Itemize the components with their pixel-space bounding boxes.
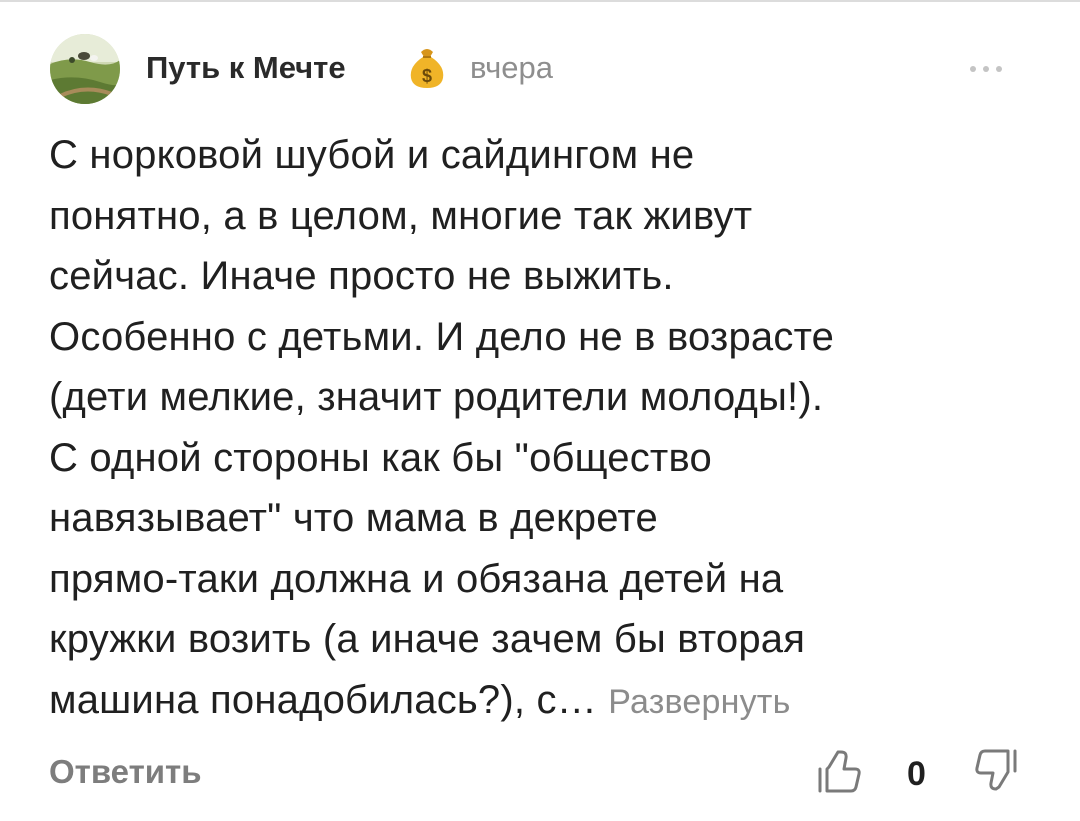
more-dots-icon: [970, 66, 1002, 72]
like-button[interactable]: [814, 747, 864, 797]
comment-header: Путь к Мечте $ вчера: [50, 34, 1030, 106]
comment-text: С норковой шубой и сайдингом не понятно,…: [49, 125, 1034, 732]
comment-body: С норковой шубой и сайдингом не понятно,…: [49, 133, 835, 722]
avatar[interactable]: [50, 34, 120, 104]
comment-card: Путь к Мечте $ вчера С норковой шубой и …: [0, 0, 1080, 821]
like-count: 0: [907, 755, 926, 793]
thumbs-down-icon: [975, 749, 1017, 791]
reply-button[interactable]: Ответить: [49, 753, 202, 791]
dislike-button[interactable]: [971, 745, 1021, 795]
comment-actions: Ответить 0: [49, 745, 1034, 805]
svg-text:$: $: [422, 66, 432, 86]
thumbs-up-icon: [818, 750, 861, 793]
author-name[interactable]: Путь к Мечте: [146, 50, 346, 86]
comment-timestamp: вчера: [470, 50, 553, 85]
more-options-button[interactable]: [956, 54, 1016, 84]
landscape-photo-avatar: [50, 34, 120, 104]
expand-link[interactable]: Развернуть: [608, 683, 790, 721]
money-bag-icon: $: [407, 46, 447, 90]
